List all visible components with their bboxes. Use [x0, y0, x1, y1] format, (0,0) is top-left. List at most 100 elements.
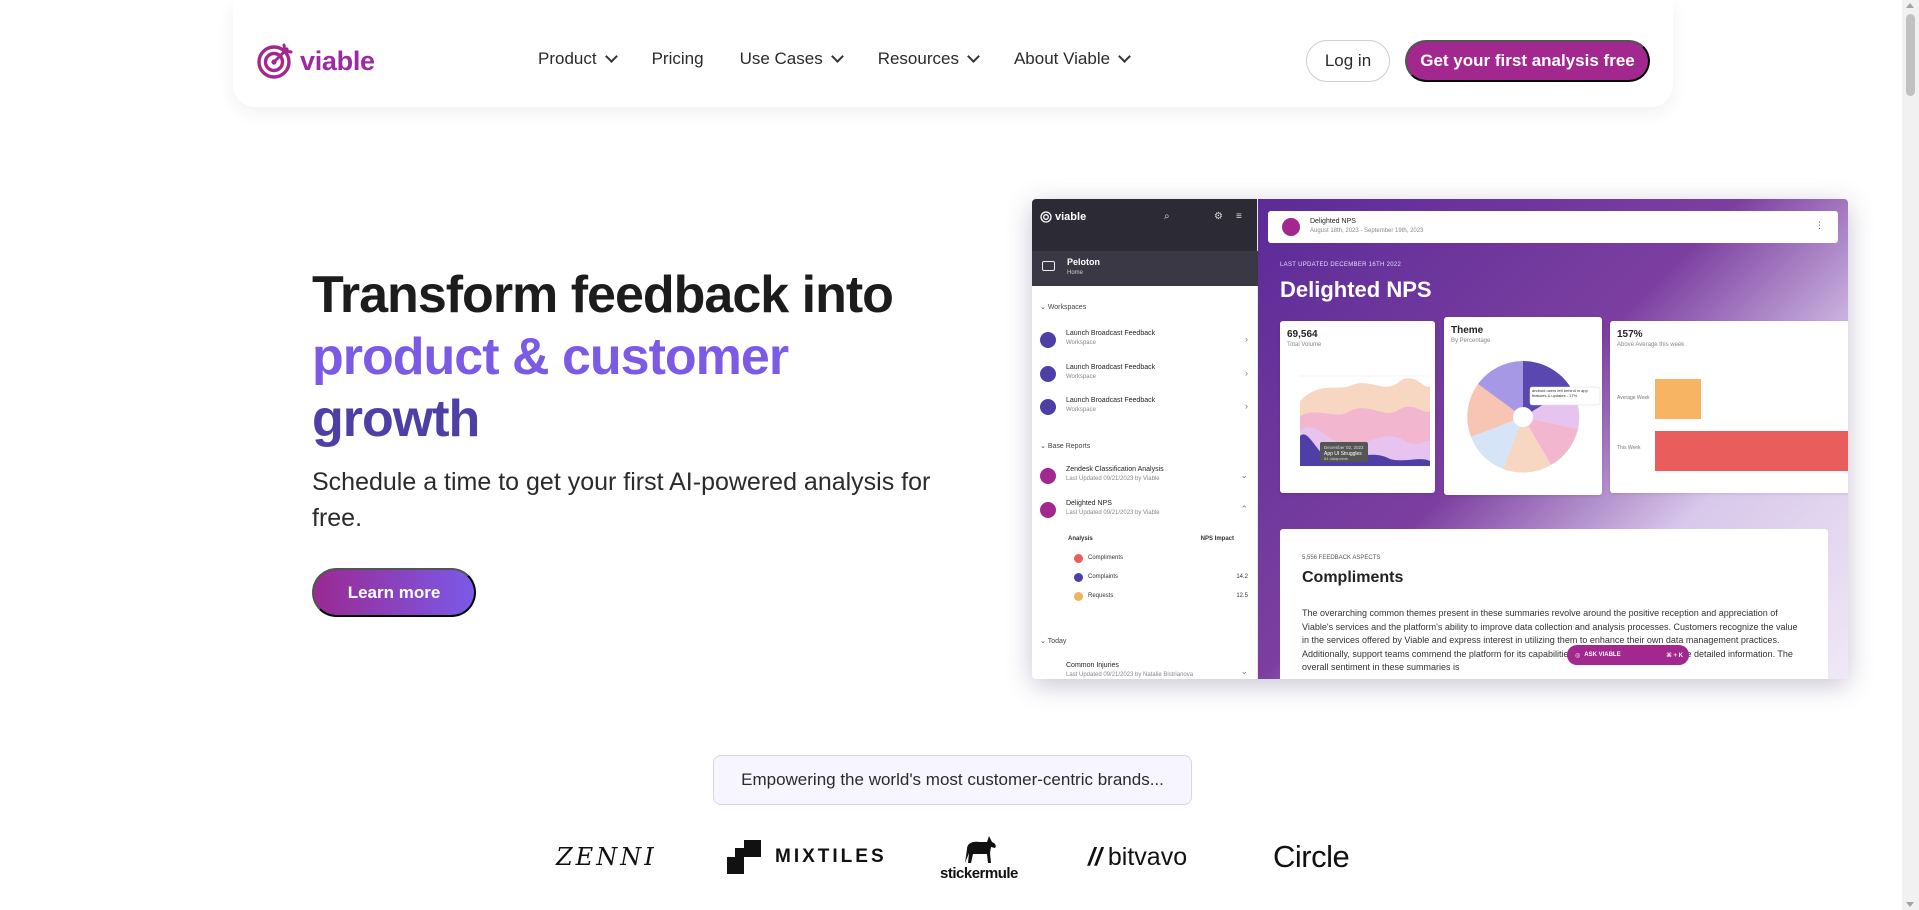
mule-icon	[964, 836, 996, 863]
workspace-item: Launch Broadcast Feedback Workspace ›	[1040, 361, 1252, 389]
nav-item-label: About Viable	[1013, 49, 1111, 68]
sparkle-icon: ◎	[1575, 652, 1581, 659]
tooltip-date: December 02, 2022	[1324, 445, 1364, 450]
above-average-value: 157%	[1617, 329, 1643, 340]
org-sub: Home	[1067, 270, 1084, 276]
bitvavo-logo: // bitvavo	[1088, 832, 1187, 882]
workspaces-section-label: ⌄ Workspaces	[1040, 304, 1087, 311]
sidebar-header: viable ⌕ ⚙ ≡ Peloton Home	[1032, 199, 1258, 286]
nav-item-label: Resources	[877, 49, 959, 68]
main-menu: Product Pricing Use Cases Resources Abou…	[538, 49, 1165, 69]
page-scrollbar[interactable]	[1902, 0, 1919, 910]
target-logo-icon	[257, 43, 293, 79]
nav-item-pricing[interactable]: Pricing	[652, 49, 704, 69]
analysis-row-label: Complaints	[1088, 574, 1119, 580]
kebab-menu-icon: ⋮	[1815, 220, 1824, 230]
report-sub: Last Updated 09/21/2023 by Viable	[1066, 510, 1160, 516]
tooltip-sub: 84 datapoints	[1324, 456, 1348, 461]
gear-icon: ⚙	[1214, 211, 1223, 222]
nav-item-about-viable[interactable]: About Viable	[1013, 49, 1131, 69]
report-icon	[1040, 468, 1056, 484]
today-item-sub: Last Updated 09/21/2023 by Natalie Bistr…	[1066, 672, 1194, 678]
today-item: Common Injuries Last Updated 09/21/2023 …	[1040, 659, 1252, 679]
volume-area-chart: December 02, 2022 App UI Struggles 84 da…	[1300, 375, 1430, 467]
menu-icon: ≡	[1236, 211, 1242, 222]
analysis-row: Complaints 14.2	[1068, 570, 1254, 588]
report-icon	[1282, 218, 1300, 236]
analysis-row-value: 14.2	[1236, 574, 1248, 580]
above-average-label: Above Average this week	[1617, 342, 1685, 348]
report-icon	[1040, 502, 1056, 518]
product-screenshot: viable ⌕ ⚙ ≡ Peloton Home ⌄ Workspaces L…	[1032, 199, 1848, 679]
hero-title-line-2: product & customer	[312, 328, 789, 386]
nav-item-label: Use Cases	[739, 49, 823, 68]
hero-title-line-3: growth	[312, 390, 480, 448]
compliments-title: Compliments	[1302, 569, 1404, 586]
target-logo-icon	[1040, 211, 1052, 223]
workspace-title: Launch Broadcast Feedback	[1066, 330, 1156, 337]
workspace-title: Launch Broadcast Feedback	[1066, 364, 1156, 371]
workspace-sub: Workspace	[1066, 407, 1096, 413]
chevron-right-icon: ›	[1245, 401, 1248, 411]
workspace-item: Launch Broadcast Feedback Workspace ›	[1040, 327, 1252, 355]
analysis-row: Requests 12.5	[1068, 589, 1254, 607]
report-header-card: Delighted NPS August 18th, 2023 - Septem…	[1268, 211, 1838, 243]
scroll-down-arrow-icon[interactable]	[1906, 902, 1914, 907]
top-navigation: viable Product Pricing Use Cases Resourc…	[233, 0, 1673, 107]
viable-logo[interactable]: viable	[256, 42, 375, 80]
today-section-label: ⌄ Today	[1040, 638, 1067, 645]
circle-logo: Circle	[1273, 839, 1350, 874]
nav-item-product[interactable]: Product	[538, 49, 618, 69]
folder-icon	[1040, 332, 1056, 348]
complaints-color-dot	[1074, 573, 1083, 582]
workspace-sub: Workspace	[1066, 340, 1096, 346]
logo-wordmark: viable	[300, 45, 375, 76]
theme-pie-chart: android users left behind in app feature…	[1467, 360, 1601, 473]
analysis-row-label: Requests	[1088, 593, 1114, 599]
bitvavo-mark-icon: //	[1088, 842, 1102, 871]
workspace-title: Launch Broadcast Feedback	[1066, 397, 1156, 404]
brands-tagline: Empowering the world's most customer-cen…	[713, 755, 1192, 805]
nav-item-resources[interactable]: Resources	[877, 49, 980, 69]
analysis-header: Analysis NPS Impact	[1068, 532, 1254, 550]
compliments-panel: 5,556 FEEDBACK ASPECTS Compliments The o…	[1280, 529, 1828, 679]
stickermule-wordmark: stickermule	[940, 865, 1018, 882]
app-main-panel: Delighted NPS August 18th, 2023 - Septem…	[1258, 199, 1848, 679]
sidebar-logo-text: viable	[1055, 211, 1087, 223]
theme-card: Theme By Percentage android users left b…	[1444, 317, 1602, 495]
theme-tooltip: android users left behind in app feature…	[1532, 388, 1588, 398]
today-item-title: Common Injuries	[1066, 662, 1119, 669]
folder-icon	[1040, 399, 1056, 415]
scrollbar-thumb[interactable]	[1906, 14, 1915, 96]
requests-color-dot	[1074, 592, 1083, 601]
compliments-body: The overarching common themes present in…	[1302, 608, 1798, 672]
volume-card: 69,564 Total Volume December 02, 2022 Ap…	[1280, 321, 1435, 493]
base-reports-section-label: ⌄ Base Reports	[1040, 443, 1091, 450]
folder-icon	[1042, 261, 1055, 271]
average-week-bar	[1655, 379, 1701, 419]
analysis-row-label: Compliments	[1088, 555, 1124, 561]
chevron-down-icon	[604, 50, 618, 63]
mixtiles-mark-icon	[727, 840, 761, 874]
chevron-down-icon	[830, 50, 844, 63]
ask-viable-button[interactable]: ◎ ASK VIABLE ⌘ + K	[1567, 645, 1689, 665]
feedback-aspects-label: 5,556 FEEDBACK ASPECTS	[1302, 555, 1381, 561]
chevron-down-icon: ⌄	[1240, 470, 1248, 480]
analysis-row-value: 12.5	[1236, 593, 1248, 599]
get-first-analysis-button[interactable]: Get your first analysis free	[1405, 40, 1650, 82]
learn-more-button[interactable]: Learn more	[312, 568, 476, 617]
report-title: Zendesk Classification Analysis	[1066, 466, 1164, 473]
login-button[interactable]: Log in	[1306, 40, 1390, 82]
mixtiles-wordmark: MIXTILES	[775, 846, 887, 867]
scroll-up-arrow-icon[interactable]	[1906, 3, 1914, 8]
nav-item-use-cases[interactable]: Use Cases	[739, 49, 844, 69]
compliments-color-dot	[1074, 554, 1083, 563]
keyboard-shortcut: ⌘ + K	[1666, 652, 1683, 659]
average-week-label: Average Week	[1617, 395, 1650, 401]
chevron-right-icon: ›	[1245, 368, 1248, 378]
chevron-down-icon: ⌄	[1240, 666, 1248, 676]
analysis-label: Analysis	[1068, 536, 1093, 542]
app-sidebar: viable ⌕ ⚙ ≡ Peloton Home ⌄ Workspaces L…	[1032, 199, 1258, 679]
bitvavo-wordmark: bitvavo	[1107, 842, 1188, 871]
nav-item-label: Product	[538, 49, 597, 68]
